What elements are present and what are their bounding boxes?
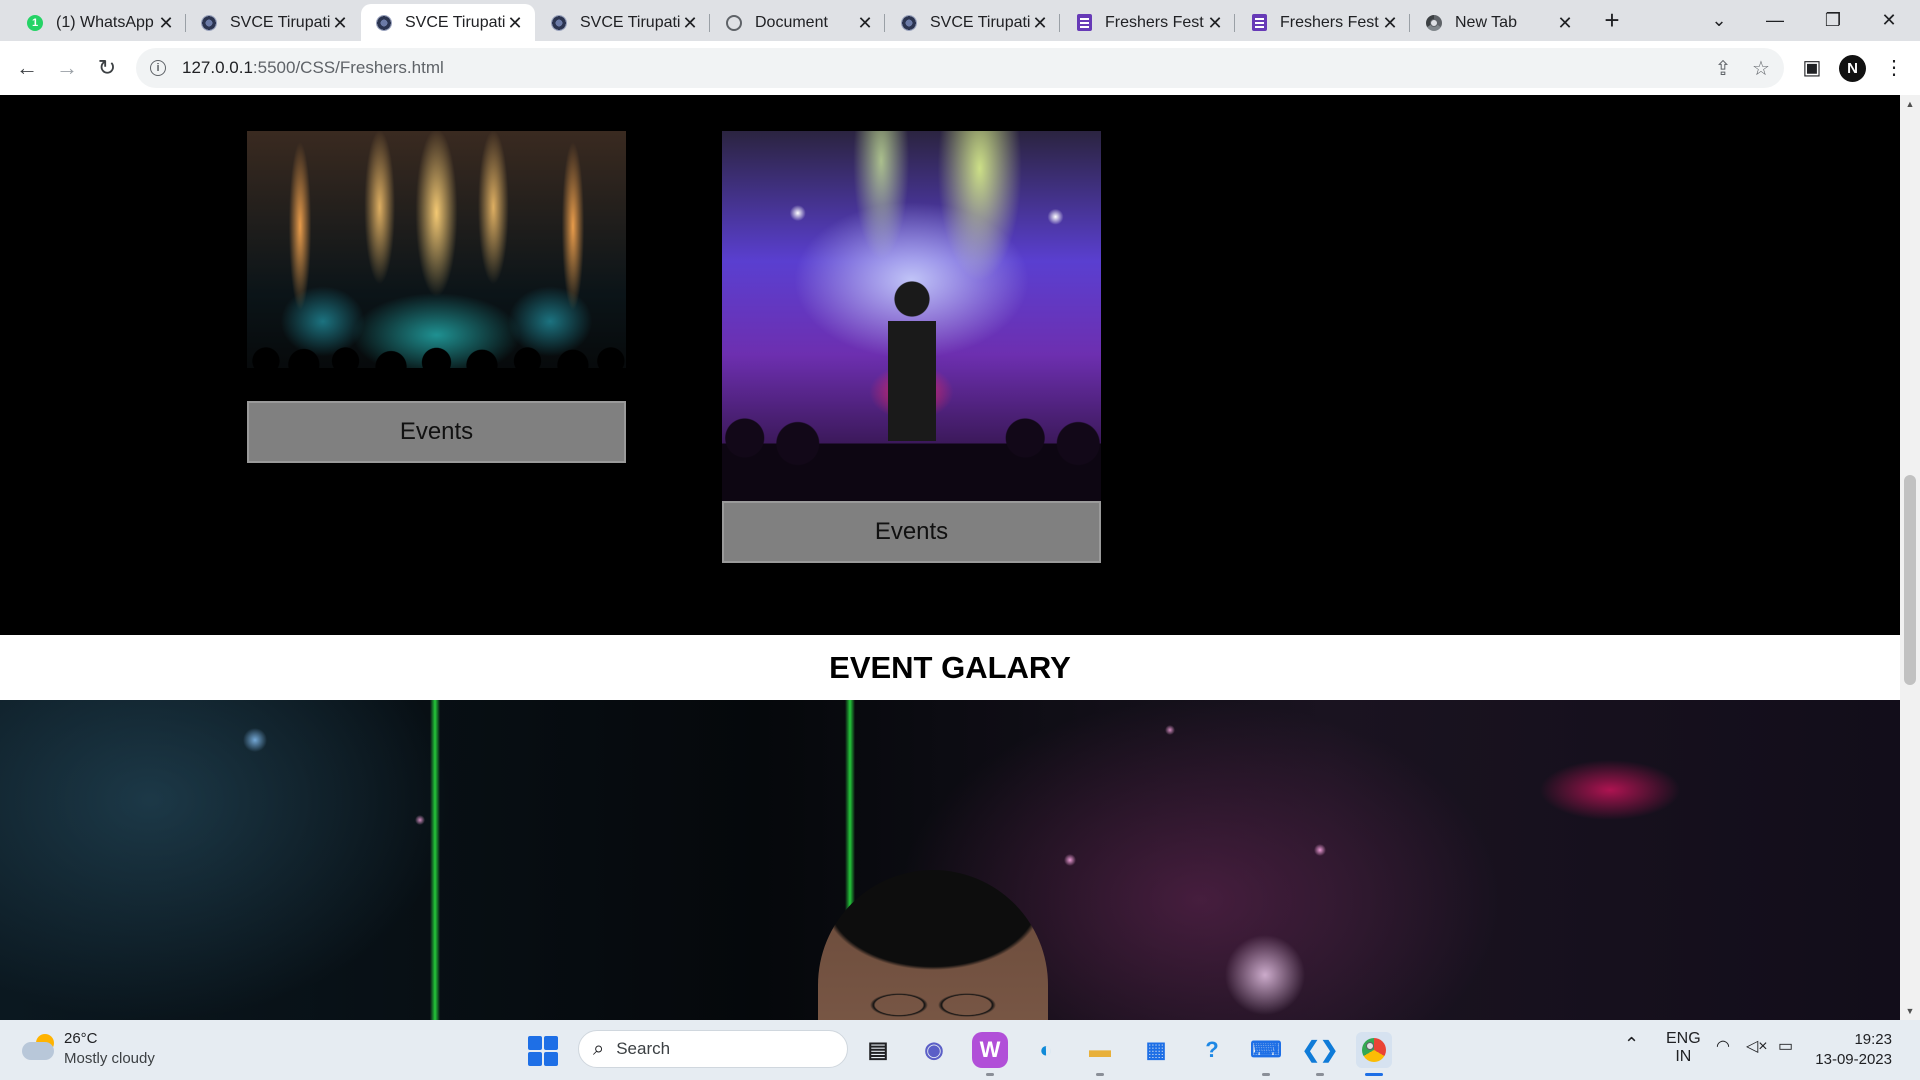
edge-browser-icon[interactable]: ◐ (1028, 1032, 1064, 1068)
site-info-icon[interactable]: i (150, 60, 166, 76)
tab-svce-4[interactable]: SVCE Tirupati ✕ (886, 4, 1060, 41)
weather-description[interactable]: Mostly cloudy (64, 1050, 155, 1067)
get-help-icon[interactable]: ? (1194, 1032, 1230, 1068)
chrome-icon (1425, 14, 1443, 32)
tab-title: SVCE Tirupati (580, 13, 680, 31)
svce-logo-icon (550, 14, 568, 32)
tab-title: SVCE Tirupati (230, 13, 330, 31)
tab-title: Document (755, 13, 828, 31)
close-window-button[interactable]: ✕ (1866, 4, 1912, 36)
region-code: IN (1675, 1048, 1692, 1065)
close-icon[interactable]: ✕ (855, 13, 875, 33)
page-viewport: Events Events EVENT GALARY (0, 95, 1900, 1020)
language-code: ENG (1666, 1030, 1701, 1047)
browser-toolbar: ← → ↻ i 127.0.0.1:5500/CSS/Freshers.html… (0, 41, 1920, 95)
restore-button[interactable]: ❐ (1810, 4, 1856, 36)
dj-stage-image (722, 131, 1101, 504)
wps-office-icon[interactable]: W (972, 1032, 1008, 1068)
close-icon[interactable]: ✕ (156, 13, 176, 33)
weather-cloudy-icon[interactable] (22, 1034, 56, 1062)
google-forms-icon (1250, 14, 1268, 32)
back-button[interactable]: ← (12, 53, 42, 83)
menu-kebab-icon[interactable]: ⋮ (1880, 54, 1908, 82)
globe-icon (725, 14, 743, 32)
tab-search-chevron-icon[interactable]: ⌄ (1696, 4, 1742, 36)
forward-button[interactable]: → (52, 53, 82, 83)
new-tab-button[interactable]: + (1598, 6, 1626, 34)
weather-temperature[interactable]: 26°C (64, 1030, 98, 1047)
tab-title: SVCE Tirupati (405, 13, 505, 31)
scroll-down-arrow-icon[interactable]: ▼ (1900, 1002, 1920, 1020)
tab-title: Freshers Fest R (1280, 13, 1380, 31)
gallery-header: EVENT GALARY (0, 635, 1900, 700)
profile-avatar[interactable]: N (1839, 55, 1866, 82)
vertical-scrollbar[interactable]: ▲ ▼ (1900, 95, 1920, 1020)
url-text[interactable]: 127.0.0.1:5500/CSS/Freshers.html (182, 58, 444, 78)
system-clock[interactable]: 19:23 13-09-2023 (1815, 1030, 1892, 1070)
scrollbar-thumb[interactable] (1904, 475, 1916, 685)
microsoft-store-icon[interactable]: ▦ (1138, 1032, 1174, 1068)
scroll-up-arrow-icon[interactable]: ▲ (1900, 95, 1920, 113)
svce-logo-icon (200, 14, 218, 32)
event-card-caption: Events (247, 401, 626, 463)
file-explorer-icon[interactable]: ▬ (1082, 1032, 1118, 1068)
windows-start-icon[interactable] (528, 1036, 558, 1066)
svce-logo-icon (900, 14, 918, 32)
green-laser (430, 700, 440, 1020)
event-card-caption: Events (722, 501, 1101, 563)
browser-tab-strip: 1 (1) WhatsApp ✕ SVCE Tirupati ✕ SVCE Ti… (0, 0, 1920, 41)
quick-assist-icon[interactable]: ⌨ (1248, 1032, 1284, 1068)
tab-document[interactable]: Document ✕ (711, 4, 885, 41)
whatsapp-icon: 1 (26, 14, 44, 32)
chrome-icon[interactable] (1356, 1032, 1392, 1068)
tab-new-tab[interactable]: New Tab ✕ (1411, 4, 1585, 41)
tab-whatsapp[interactable]: 1 (1) WhatsApp ✕ (12, 4, 186, 41)
task-view-icon[interactable]: ▤ (860, 1032, 896, 1068)
event-card-2[interactable]: Events (722, 131, 1101, 601)
close-icon[interactable]: ✕ (1380, 13, 1400, 33)
minimize-button[interactable]: — (1752, 4, 1798, 36)
close-icon[interactable]: ✕ (680, 13, 700, 33)
tab-freshers-form-1[interactable]: Freshers Fest R ✕ (1061, 4, 1235, 41)
notification-badge: 1 (27, 14, 43, 31)
teams-chat-icon[interactable]: ◉ (916, 1032, 952, 1068)
tab-title: SVCE Tirupati (930, 13, 1030, 31)
event-card-1[interactable]: Events (247, 131, 626, 500)
tab-title: (1) WhatsApp (56, 13, 154, 31)
side-panel-icon[interactable]: ▣ (1798, 54, 1826, 82)
close-icon[interactable]: ✕ (330, 13, 350, 33)
language-indicator[interactable]: ENG IN (1666, 1030, 1701, 1066)
tab-title: Freshers Fest R (1105, 13, 1205, 31)
close-icon[interactable]: ✕ (1555, 13, 1575, 33)
taskbar-search[interactable]: ⌕ Search (578, 1030, 848, 1068)
close-icon[interactable]: ✕ (1030, 13, 1050, 33)
tab-svce-1[interactable]: SVCE Tirupati ✕ (186, 4, 360, 41)
search-icon: ⌕ (593, 1037, 605, 1060)
close-icon[interactable]: ✕ (505, 13, 525, 33)
vscode-icon[interactable]: ❮❯ (1302, 1032, 1339, 1068)
show-hidden-icons-chevron-icon[interactable]: ⌃ (1624, 1034, 1639, 1055)
tab-svce-3[interactable]: SVCE Tirupati ✕ (536, 4, 710, 41)
battery-icon[interactable]: ▭ (1778, 1036, 1793, 1056)
svce-logo-icon (375, 14, 393, 32)
volume-muted-icon[interactable]: ◁× (1746, 1036, 1768, 1056)
gallery-photo (0, 700, 1900, 1020)
search-placeholder: Search (616, 1039, 671, 1058)
wifi-icon[interactable]: ◠ (1716, 1036, 1730, 1056)
concert-stage-image (247, 131, 626, 403)
tab-title: New Tab (1455, 13, 1517, 31)
bookmark-star-icon[interactable]: ☆ (1750, 58, 1772, 80)
tab-freshers-form-2[interactable]: Freshers Fest R ✕ (1236, 4, 1410, 41)
reload-button[interactable]: ↻ (92, 53, 122, 83)
tab-svce-active[interactable]: SVCE Tirupati ✕ (361, 4, 535, 41)
close-icon[interactable]: ✕ (1205, 13, 1225, 33)
clock-date: 13-09-2023 (1815, 1051, 1892, 1068)
clock-time: 19:23 (1854, 1031, 1892, 1048)
google-forms-icon (1075, 14, 1093, 32)
page-title: EVENT GALARY (829, 649, 1071, 685)
address-bar[interactable]: i 127.0.0.1:5500/CSS/Freshers.html ⇪ ☆ (136, 48, 1784, 88)
share-icon[interactable]: ⇪ (1712, 58, 1734, 80)
windows-taskbar: 26°C Mostly cloudy ⌕ Search ▤ ◉ W ◐ ▬ ▦ … (0, 1020, 1920, 1080)
